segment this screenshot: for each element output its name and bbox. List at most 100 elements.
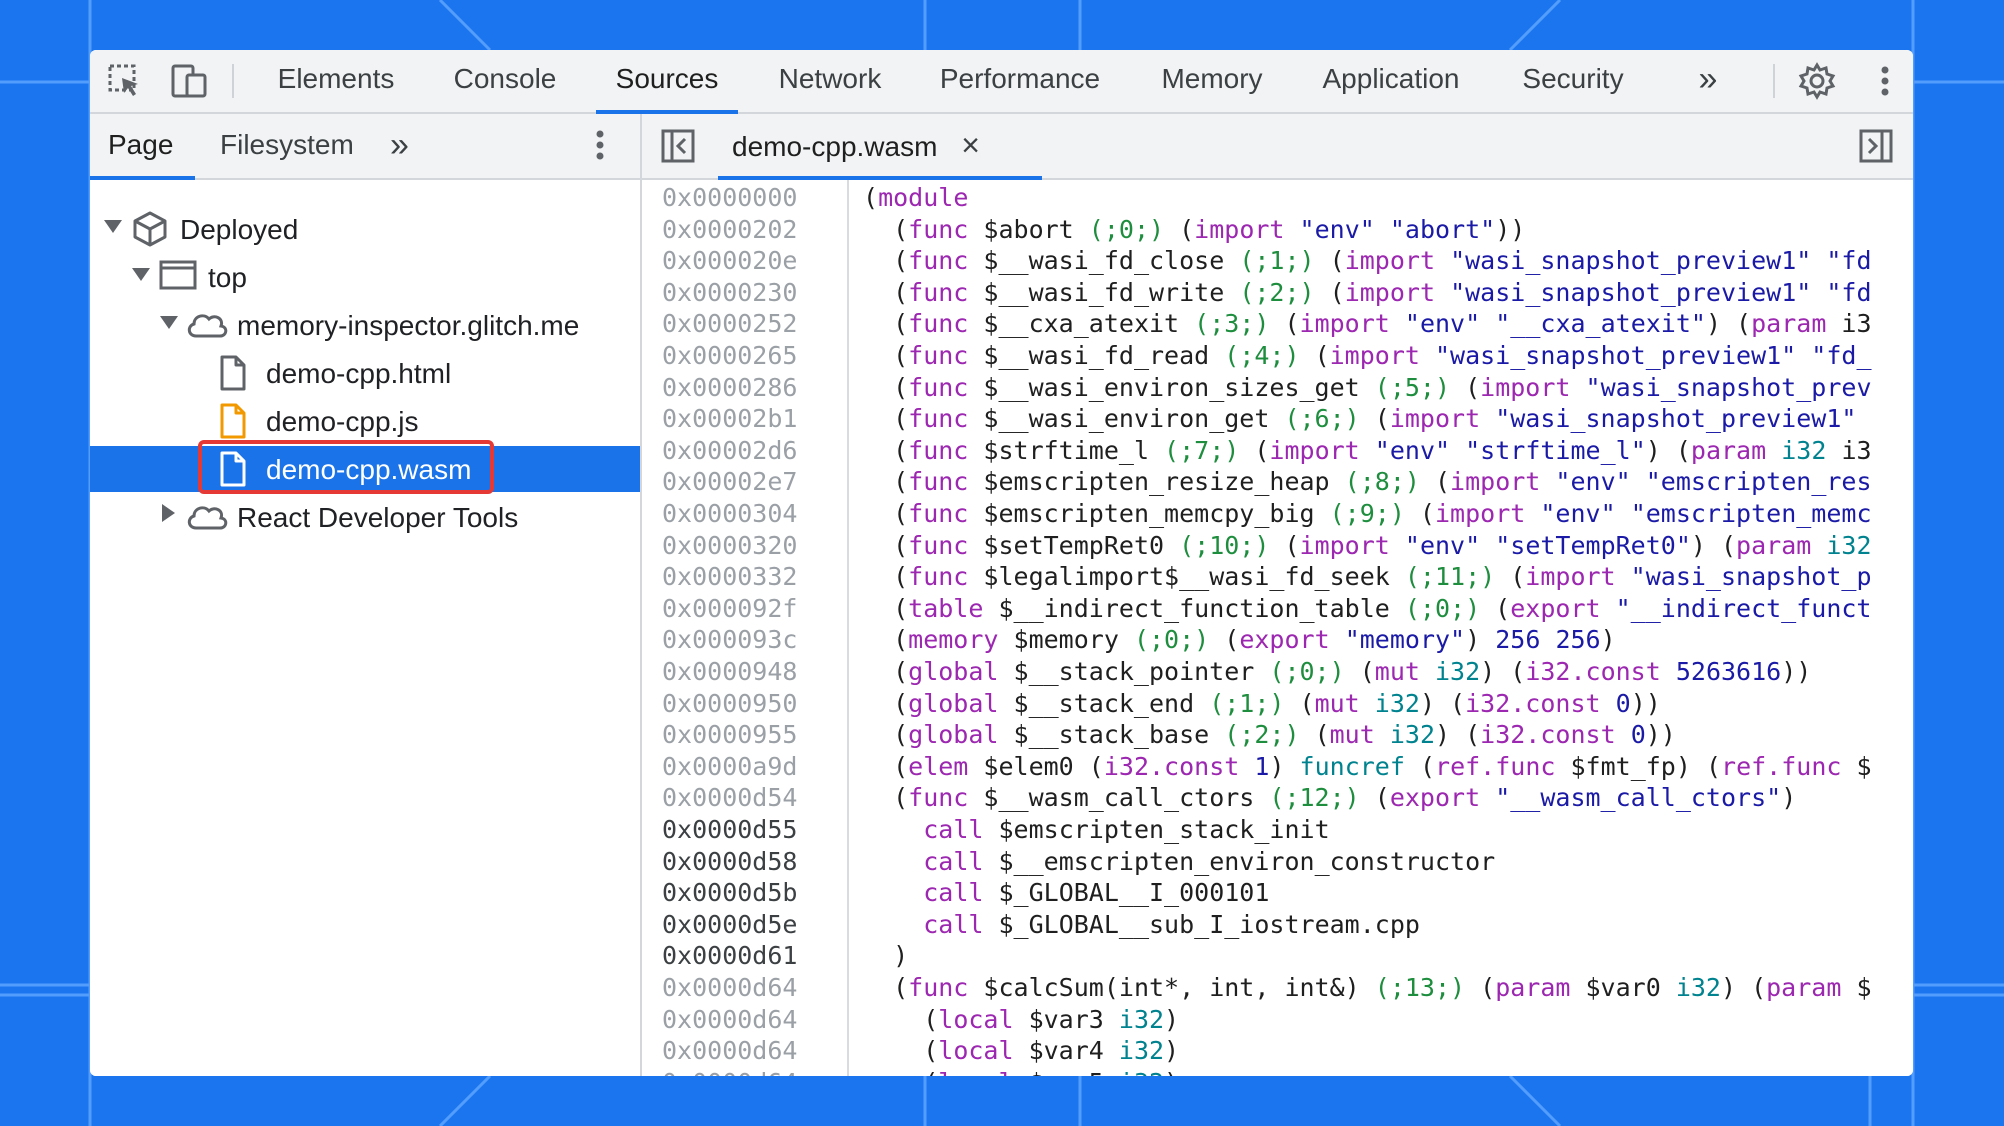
toggle-debugger-icon[interactable] <box>1858 128 1894 169</box>
code-line: (func $__wasi_fd_read (;4;) (import "was… <box>863 341 1872 370</box>
tree-item-js-file[interactable]: demo-cpp.js <box>90 398 640 444</box>
navigator-pane: Page Filesystem » Deployed top memory-in… <box>90 114 642 1076</box>
tab-page[interactable]: Page <box>90 114 196 180</box>
line-address[interactable]: 0x0000d58 <box>662 846 797 878</box>
expand-arrow-icon[interactable] <box>132 268 150 281</box>
tree-item-wasm-file[interactable]: demo-cpp.wasm <box>90 440 640 494</box>
tree-item-deployed[interactable]: Deployed <box>90 206 640 252</box>
expand-arrow-icon[interactable] <box>160 316 178 329</box>
tab-sources[interactable]: Sources <box>596 50 738 114</box>
line-address[interactable]: 0x0000000 <box>662 182 797 214</box>
line-address[interactable]: 0x0000d61 <box>662 940 797 972</box>
code-line: (func $__wasi_environ_get (;6;) (import … <box>863 404 1857 434</box>
line-address[interactable]: 0x000092f <box>662 593 797 625</box>
more-navigator-tabs-button[interactable]: » <box>390 114 409 178</box>
code-line: (local $var5 i32) <box>863 1067 1179 1076</box>
line-address[interactable]: 0x0000950 <box>662 688 797 720</box>
close-tab-icon[interactable]: × <box>961 127 980 163</box>
code-line: (global $__stack_end (;1;) (mut i32) (i3… <box>863 688 1661 718</box>
tab-console[interactable]: Console <box>450 50 560 112</box>
line-address[interactable]: 0x00002d6 <box>662 435 797 467</box>
line-address[interactable]: 0x0000d5e <box>662 909 797 941</box>
line-address-gutter[interactable]: 0x0000000 0x0000202 0x000020e 0x0000230 0x00… <box>642 180 849 1076</box>
line-address[interactable]: 0x0000332 <box>662 561 797 593</box>
line-address[interactable]: 0x000020e <box>662 245 797 277</box>
more-options-icon[interactable] <box>1864 60 1906 102</box>
cloud-icon <box>187 506 228 530</box>
tab-network[interactable]: Network <box>774 50 886 112</box>
tree-item-origin[interactable]: memory-inspector.glitch.me <box>90 302 640 348</box>
code-content[interactable]: (module (func $abort (;0;) (import "env"… <box>849 180 1913 1076</box>
tab-application[interactable]: Application <box>1316 50 1466 112</box>
tab-elements[interactable]: Elements <box>276 50 396 112</box>
tab-performance[interactable]: Performance <box>936 50 1104 112</box>
open-file-tab[interactable]: demo-cpp.wasm × <box>718 114 1042 180</box>
line-address[interactable]: 0x0000d5b <box>662 877 797 909</box>
line-address[interactable]: 0x0000d64 <box>662 1067 797 1076</box>
expand-arrow-icon[interactable] <box>162 504 175 522</box>
tab-filesystem[interactable]: Filesystem <box>220 114 354 178</box>
line-address[interactable]: 0x00002e7 <box>662 466 797 498</box>
tree-item-react-devtools[interactable]: React Developer Tools <box>90 494 640 540</box>
source-editor: demo-cpp.wasm × 0x0000000 0x0000202 0x0000… <box>642 114 1913 1076</box>
code-line: (elem $elem0 (i32.const 1) funcref (ref.… <box>863 751 1872 781</box>
code-line: (memory $memory (;0;) (export "memory") … <box>863 625 1616 655</box>
code-line: (func $setTempRet0 (;10;) (import "env" … <box>863 530 1872 560</box>
code-line: (func $__wasi_environ_sizes_get (;5;) (i… <box>863 372 1872 402</box>
code-line: (func $__wasi_fd_close (;1;) (import "wa… <box>863 246 1872 276</box>
line-address[interactable]: 0x0000d54 <box>662 782 797 814</box>
tree-label: React Developer Tools <box>237 502 519 533</box>
line-address[interactable]: 0x00002b1 <box>662 403 797 435</box>
js-file-icon <box>220 403 246 439</box>
code-line: (func $emscripten_resize_heap (;8;) (imp… <box>863 467 1872 497</box>
line-address[interactable]: 0x0000230 <box>662 277 797 309</box>
line-address[interactable]: 0x0000252 <box>662 308 797 340</box>
file-icon <box>220 355 246 391</box>
line-address[interactable]: 0x000093c <box>662 624 797 656</box>
line-address[interactable]: 0x0000d55 <box>662 814 797 846</box>
inspect-element-icon[interactable] <box>104 60 146 102</box>
tree-label: demo-cpp.html <box>266 358 452 389</box>
code-line: (local $var4 i32) <box>863 1036 1180 1066</box>
line-address[interactable]: 0x0000320 <box>662 530 797 562</box>
navigator-menu-icon[interactable] <box>594 128 606 167</box>
more-tabs-button[interactable]: » <box>1688 50 1728 112</box>
toolbar-divider <box>232 64 234 98</box>
expand-arrow-icon[interactable] <box>104 220 122 233</box>
line-address[interactable]: 0x0000948 <box>662 656 797 688</box>
code-line: (func $emscripten_memcpy_big (;9;) (impo… <box>863 499 1872 528</box>
tree-label: Deployed <box>180 214 299 245</box>
editor-tabs: demo-cpp.wasm × <box>642 114 1913 180</box>
code-line: (global $__stack_pointer (;0;) (mut i32)… <box>863 657 1812 686</box>
tree-item-top[interactable]: top <box>90 254 640 300</box>
code-line: (global $__stack_base (;2;) (mut i32) (i… <box>863 720 1676 750</box>
line-address[interactable]: 0x0000286 <box>662 372 797 404</box>
code-line: ) <box>863 941 909 971</box>
tree-label: top <box>208 262 247 293</box>
toggle-navigator-icon[interactable] <box>660 128 696 169</box>
code-line: (func $__wasi_fd_write (;2;) (import "wa… <box>863 277 1872 307</box>
tree-label: demo-cpp.js <box>266 406 419 437</box>
line-address[interactable]: 0x0000a9d <box>662 751 797 783</box>
tab-memory[interactable]: Memory <box>1158 50 1266 112</box>
main-toolbar: Elements Console Sources Network Perform… <box>90 50 1913 114</box>
cloud-icon <box>187 314 228 338</box>
code-line: call $_GLOBAL__I_000101 <box>923 878 1270 908</box>
navigator-tabs: Page Filesystem » <box>90 114 640 180</box>
line-address[interactable]: 0x0000265 <box>662 340 797 372</box>
device-toolbar-icon[interactable] <box>168 60 210 102</box>
line-address[interactable]: 0x0000d64 <box>662 972 797 1004</box>
line-address[interactable]: 0x0000955 <box>662 719 797 751</box>
line-address[interactable]: 0x0000202 <box>662 214 797 246</box>
line-address[interactable]: 0x0000d64 <box>662 1035 797 1067</box>
line-address[interactable]: 0x0000d64 <box>662 1004 797 1036</box>
code-line: (func $calcSum(int*, int, int&) (;13;) (… <box>863 973 1872 1002</box>
tree-item-html-file[interactable]: demo-cpp.html <box>90 350 640 396</box>
line-address[interactable]: 0x0000304 <box>662 498 797 530</box>
toolbar-divider <box>1773 64 1775 98</box>
open-file-name: demo-cpp.wasm <box>732 131 938 162</box>
tree-label: demo-cpp.wasm <box>266 454 472 485</box>
settings-gear-icon[interactable] <box>1796 60 1838 102</box>
code-line: (module <box>863 183 969 212</box>
tab-security[interactable]: Security <box>1518 50 1628 112</box>
